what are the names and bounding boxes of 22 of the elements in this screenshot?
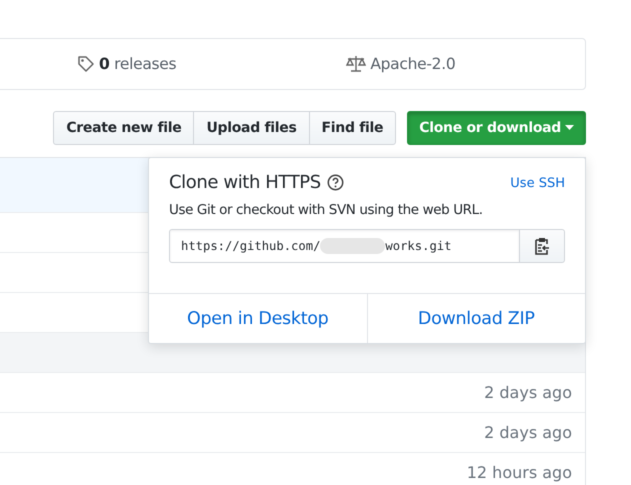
help-icon[interactable]: [326, 174, 344, 191]
file-button[interactable]: Create new file: [53, 111, 194, 145]
scale-icon: [346, 55, 366, 73]
popup-action-link[interactable]: Open in Desktop: [149, 294, 366, 343]
popup-description: Use Git or checkout with SVN using the web URL.: [169, 202, 484, 218]
commit-time: 2 days ago: [484, 423, 572, 442]
use-ssh-link[interactable]: Use SSH: [510, 176, 565, 191]
tag-icon: [77, 55, 95, 73]
clipboard-icon: [534, 237, 550, 255]
popup-title: Clone with HTTPS: [169, 172, 321, 193]
file-button[interactable]: Find file: [308, 111, 396, 145]
url-text: https://github.com/: [181, 239, 320, 253]
license-link[interactable]: Apache-2.0: [370, 55, 456, 73]
commit-time: 12 hours ago: [466, 463, 572, 482]
popup-action-link[interactable]: Download ZIP: [366, 294, 585, 343]
commit-time: 2 days ago: [484, 383, 572, 402]
releases-link[interactable]: 0 releases: [99, 55, 176, 73]
url-text: works.git: [385, 239, 452, 253]
caret-icon: [565, 125, 574, 131]
url-field[interactable]: https://github.com/ works.git: [169, 229, 520, 263]
file-button[interactable]: Upload files: [193, 111, 310, 145]
copy-button[interactable]: [520, 229, 565, 263]
